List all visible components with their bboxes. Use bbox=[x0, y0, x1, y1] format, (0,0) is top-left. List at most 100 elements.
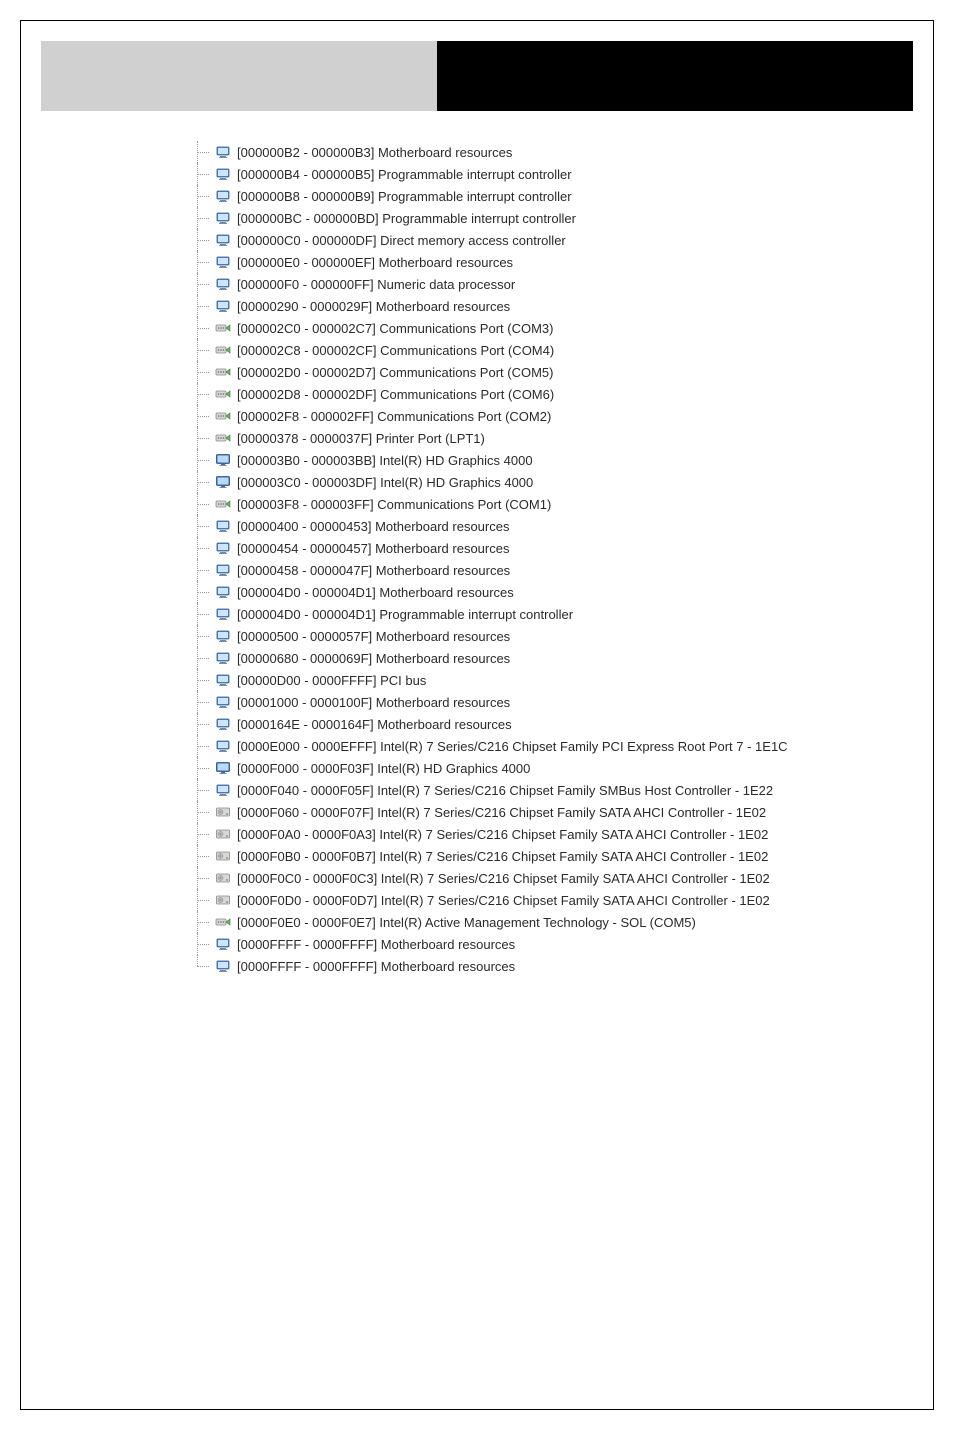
tree-connector bbox=[191, 867, 215, 889]
resource-row[interactable]: [00000458 - 0000047F] Motherboard resour… bbox=[191, 559, 933, 581]
resource-label: [00000680 - 0000069F] Motherboard resour… bbox=[237, 651, 510, 666]
resource-label: [000000B4 - 000000B5] Programmable inter… bbox=[237, 167, 572, 182]
tree-connector bbox=[191, 339, 215, 361]
resource-label: [0000F0D0 - 0000F0D7] Intel(R) 7 Series/… bbox=[237, 893, 770, 908]
display-icon bbox=[215, 474, 231, 490]
resource-label: [00000D00 - 0000FFFF] PCI bus bbox=[237, 673, 426, 688]
resource-row[interactable]: [000003B0 - 000003BB] Intel(R) HD Graphi… bbox=[191, 449, 933, 471]
resource-label: [00001000 - 0000100F] Motherboard resour… bbox=[237, 695, 510, 710]
resource-row[interactable]: [000000E0 - 000000EF] Motherboard resour… bbox=[191, 251, 933, 273]
resource-row[interactable]: [0000F060 - 0000F07F] Intel(R) 7 Series/… bbox=[191, 801, 933, 823]
tree-connector bbox=[191, 625, 215, 647]
tree-connector bbox=[191, 647, 215, 669]
tree-connector bbox=[191, 427, 215, 449]
tree-connector bbox=[191, 295, 215, 317]
tree-connector bbox=[191, 933, 215, 955]
resource-row[interactable]: [000000B2 - 000000B3] Motherboard resour… bbox=[191, 141, 933, 163]
tree-connector bbox=[191, 669, 215, 691]
device-resource-tree: [000000B2 - 000000B3] Motherboard resour… bbox=[21, 111, 933, 977]
resource-label: [000000BC - 000000BD] Programmable inter… bbox=[237, 211, 576, 226]
resource-label: [0000F000 - 0000F03F] Intel(R) HD Graphi… bbox=[237, 761, 530, 776]
tree-connector bbox=[191, 229, 215, 251]
computer-icon bbox=[215, 672, 231, 688]
resource-row[interactable]: [00000680 - 0000069F] Motherboard resour… bbox=[191, 647, 933, 669]
resource-row[interactable]: [000002D0 - 000002D7] Communications Por… bbox=[191, 361, 933, 383]
header-bar bbox=[41, 41, 913, 111]
resource-row[interactable]: [000002D8 - 000002DF] Communications Por… bbox=[191, 383, 933, 405]
tree-connector bbox=[191, 559, 215, 581]
resource-label: [0000F040 - 0000F05F] Intel(R) 7 Series/… bbox=[237, 783, 773, 798]
resource-label: [000003F8 - 000003FF] Communications Por… bbox=[237, 497, 551, 512]
tree-connector bbox=[191, 273, 215, 295]
display-icon bbox=[215, 760, 231, 776]
computer-icon bbox=[215, 276, 231, 292]
tree-connector bbox=[191, 405, 215, 427]
resource-row[interactable]: [00000290 - 0000029F] Motherboard resour… bbox=[191, 295, 933, 317]
tree-connector bbox=[191, 801, 215, 823]
resource-row[interactable]: [000002C0 - 000002C7] Communications Por… bbox=[191, 317, 933, 339]
resource-label: [000003C0 - 000003DF] Intel(R) HD Graphi… bbox=[237, 475, 533, 490]
resource-row[interactable]: [0000F0D0 - 0000F0D7] Intel(R) 7 Series/… bbox=[191, 889, 933, 911]
resource-row[interactable]: [0000F0C0 - 0000F0C3] Intel(R) 7 Series/… bbox=[191, 867, 933, 889]
resource-row[interactable]: [00000400 - 00000453] Motherboard resour… bbox=[191, 515, 933, 537]
resource-row[interactable]: [0000F0E0 - 0000F0E7] Intel(R) Active Ma… bbox=[191, 911, 933, 933]
resource-label: [00000378 - 0000037F] Printer Port (LPT1… bbox=[237, 431, 485, 446]
resource-label: [0000F0B0 - 0000F0B7] Intel(R) 7 Series/… bbox=[237, 849, 768, 864]
resource-row[interactable]: [0000E000 - 0000EFFF] Intel(R) 7 Series/… bbox=[191, 735, 933, 757]
computer-icon bbox=[215, 650, 231, 666]
port-icon bbox=[215, 386, 231, 402]
disk-icon bbox=[215, 870, 231, 886]
resource-row[interactable]: [000000F0 - 000000FF] Numeric data proce… bbox=[191, 273, 933, 295]
resource-row[interactable]: [000004D0 - 000004D1] Programmable inter… bbox=[191, 603, 933, 625]
resource-row[interactable]: [0000F0B0 - 0000F0B7] Intel(R) 7 Series/… bbox=[191, 845, 933, 867]
port-icon bbox=[215, 408, 231, 424]
resource-label: [0000FFFF - 0000FFFF] Motherboard resour… bbox=[237, 959, 515, 974]
resource-label: [000002C0 - 000002C7] Communications Por… bbox=[237, 321, 553, 336]
resource-row[interactable]: [000000C0 - 000000DF] Direct memory acce… bbox=[191, 229, 933, 251]
computer-icon bbox=[215, 782, 231, 798]
resource-row[interactable]: [000000B4 - 000000B5] Programmable inter… bbox=[191, 163, 933, 185]
resource-label: [00000500 - 0000057F] Motherboard resour… bbox=[237, 629, 510, 644]
port-icon bbox=[215, 496, 231, 512]
tree-connector bbox=[191, 955, 215, 977]
header-right-panel bbox=[437, 41, 913, 111]
resource-label: [00000458 - 0000047F] Motherboard resour… bbox=[237, 563, 510, 578]
computer-icon bbox=[215, 716, 231, 732]
resource-row[interactable]: [00001000 - 0000100F] Motherboard resour… bbox=[191, 691, 933, 713]
tree-connector bbox=[191, 141, 215, 163]
resource-row[interactable]: [000002F8 - 000002FF] Communications Por… bbox=[191, 405, 933, 427]
resource-label: [000004D0 - 000004D1] Motherboard resour… bbox=[237, 585, 514, 600]
resource-row[interactable]: [0000FFFF - 0000FFFF] Motherboard resour… bbox=[191, 955, 933, 977]
resource-label: [000002D0 - 000002D7] Communications Por… bbox=[237, 365, 553, 380]
tree-connector bbox=[191, 471, 215, 493]
resource-row[interactable]: [0000F040 - 0000F05F] Intel(R) 7 Series/… bbox=[191, 779, 933, 801]
resource-row[interactable]: [00000454 - 00000457] Motherboard resour… bbox=[191, 537, 933, 559]
computer-icon bbox=[215, 232, 231, 248]
resource-row[interactable]: [000003F8 - 000003FF] Communications Por… bbox=[191, 493, 933, 515]
resource-row[interactable]: [0000164E - 0000164F] Motherboard resour… bbox=[191, 713, 933, 735]
resource-row[interactable]: [00000500 - 0000057F] Motherboard resour… bbox=[191, 625, 933, 647]
resource-row[interactable]: [000003C0 - 000003DF] Intel(R) HD Graphi… bbox=[191, 471, 933, 493]
resource-row[interactable]: [000004D0 - 000004D1] Motherboard resour… bbox=[191, 581, 933, 603]
port-icon bbox=[215, 320, 231, 336]
tree-connector bbox=[191, 823, 215, 845]
resource-row[interactable]: [00000378 - 0000037F] Printer Port (LPT1… bbox=[191, 427, 933, 449]
resource-label: [000000C0 - 000000DF] Direct memory acce… bbox=[237, 233, 566, 248]
disk-icon bbox=[215, 804, 231, 820]
tree-connector bbox=[191, 757, 215, 779]
disk-icon bbox=[215, 826, 231, 842]
resource-row[interactable]: [00000D00 - 0000FFFF] PCI bus bbox=[191, 669, 933, 691]
port-icon bbox=[215, 914, 231, 930]
port-icon bbox=[215, 342, 231, 358]
resource-row[interactable]: [0000F000 - 0000F03F] Intel(R) HD Graphi… bbox=[191, 757, 933, 779]
resource-row[interactable]: [000000B8 - 000000B9] Programmable inter… bbox=[191, 185, 933, 207]
tree-connector bbox=[191, 581, 215, 603]
tree-connector bbox=[191, 603, 215, 625]
resource-row[interactable]: [000000BC - 000000BD] Programmable inter… bbox=[191, 207, 933, 229]
resource-row[interactable]: [0000F0A0 - 0000F0A3] Intel(R) 7 Series/… bbox=[191, 823, 933, 845]
computer-icon bbox=[215, 210, 231, 226]
resource-label: [00000290 - 0000029F] Motherboard resour… bbox=[237, 299, 510, 314]
resource-row[interactable]: [000002C8 - 000002CF] Communications Por… bbox=[191, 339, 933, 361]
resource-label: [0000F0A0 - 0000F0A3] Intel(R) 7 Series/… bbox=[237, 827, 768, 842]
resource-row[interactable]: [0000FFFF - 0000FFFF] Motherboard resour… bbox=[191, 933, 933, 955]
